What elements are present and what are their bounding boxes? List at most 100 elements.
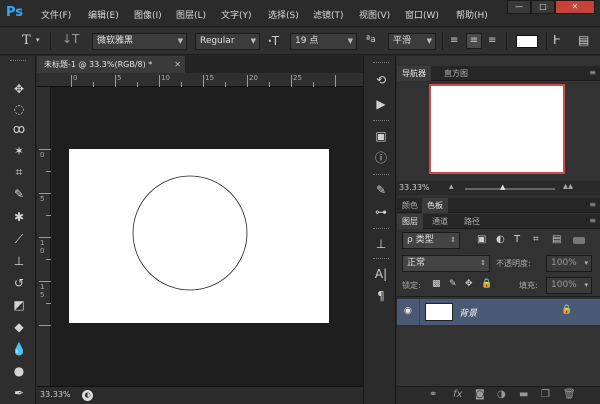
character-panel-icon[interactable]: ▤ <box>578 34 589 46</box>
antialias-select[interactable]: 平滑 ▼ <box>388 33 436 50</box>
lock-image-icon[interactable]: ✎ <box>449 280 457 289</box>
text-orientation-icon[interactable]: ↓T <box>62 33 79 45</box>
paint-bucket-tool-icon[interactable]: ◆ <box>9 318 29 336</box>
marquee-tool-icon[interactable]: ◌ <box>9 100 29 118</box>
navigator-preview[interactable] <box>429 84 565 174</box>
tab-channels[interactable]: 通道 <box>427 214 453 229</box>
tab-paths[interactable]: 路径 <box>459 214 485 229</box>
tab-swatches[interactable]: 色板 <box>422 198 448 213</box>
tab-color[interactable]: 颜色 <box>397 198 423 213</box>
paragraph-panel-icon[interactable]: ¶ <box>372 288 390 304</box>
panel-grip[interactable] <box>373 228 389 231</box>
zoom-slider[interactable] <box>465 188 555 190</box>
menu-edit[interactable]: 编辑(E) <box>88 8 119 21</box>
document-tab[interactable]: 未标题-1 @ 33.3%(RGB/8) * ✕ <box>37 56 185 73</box>
zoom-in-icon[interactable]: ▴▴ <box>563 181 573 192</box>
status-info-icon[interactable]: ◐ <box>82 390 93 401</box>
tab-layers[interactable]: 图层 <box>397 214 423 229</box>
panel-grip[interactable] <box>10 60 26 63</box>
blur-tool-icon[interactable]: 💧 <box>9 340 29 358</box>
healing-brush-tool-icon[interactable]: ✱ <box>9 208 29 226</box>
menu-view[interactable]: 视图(V) <box>359 8 390 21</box>
font-style-select[interactable]: Regular ▼ <box>195 33 260 50</box>
pen-tool-icon[interactable]: ✒ <box>9 384 29 402</box>
panel-menu-icon[interactable]: ≡ <box>589 216 596 225</box>
menu-help[interactable]: 帮助(H) <box>456 8 488 21</box>
actions-panel-icon[interactable]: ▶ <box>372 96 390 112</box>
menu-file[interactable]: 文件(F) <box>41 8 71 21</box>
move-tool-icon[interactable]: ✥ <box>9 80 29 98</box>
adjustment-layer-icon[interactable]: ◑ <box>497 390 506 400</box>
lasso-tool-icon[interactable]: ꝏ <box>9 120 29 138</box>
crop-tool-icon[interactable]: ⌗ <box>9 163 29 181</box>
align-center-icon[interactable]: ≡ <box>466 33 482 49</box>
properties-panel-icon[interactable]: ▣ <box>372 128 390 144</box>
layer-filter-select[interactable]: ρ 类型 ⇕ <box>402 232 460 249</box>
close-icon[interactable]: ✕ <box>174 56 181 73</box>
panel-grip[interactable] <box>373 258 389 261</box>
magic-wand-tool-icon[interactable]: ✶ <box>9 142 29 160</box>
trash-icon[interactable]: 🗑 <box>563 390 576 400</box>
panel-menu-icon[interactable]: ≡ <box>589 68 596 77</box>
info-panel-icon[interactable]: ⓘ <box>372 150 390 166</box>
panel-grip[interactable] <box>373 174 389 177</box>
layer-name[interactable]: 背景 <box>459 306 477 319</box>
zoom-out-icon[interactable]: ▴ <box>449 182 454 192</box>
adjustment-filter-icon[interactable]: ◐ <box>496 235 505 245</box>
navigator-zoom[interactable]: 33.33% <box>399 183 430 192</box>
clone-source-panel-icon[interactable]: ⊥ <box>372 236 390 252</box>
close-button[interactable]: ✕ <box>555 0 595 14</box>
font-family-select[interactable]: 微软雅黑 ▼ <box>92 33 187 50</box>
panel-grip[interactable] <box>373 62 389 65</box>
canvas-area[interactable] <box>52 87 363 386</box>
brush-panel-icon[interactable]: ✎ <box>372 182 390 198</box>
fill-field[interactable]: 100% ▾ <box>546 277 592 294</box>
align-right-icon[interactable]: ≡ <box>488 36 496 46</box>
filter-toggle[interactable] <box>573 237 585 244</box>
type-filter-icon[interactable]: T <box>514 235 520 245</box>
add-mask-icon[interactable]: ◙ <box>475 390 485 400</box>
pixel-filter-icon[interactable]: ▣ <box>477 235 486 245</box>
lock-all-icon[interactable]: 🔒 <box>481 280 492 289</box>
clone-stamp-tool-icon[interactable]: ⊥ <box>9 252 29 270</box>
eye-icon[interactable]: ◉ <box>404 307 412 316</box>
shape-filter-icon[interactable]: ⌗ <box>533 235 539 245</box>
link-layers-icon[interactable]: ⚭ <box>429 390 437 400</box>
layer-row[interactable]: ◉ 背景 🔒 <box>397 299 600 325</box>
brush-tool-icon[interactable]: ⟋ <box>9 230 29 248</box>
text-tool-preset-icon[interactable]: T <box>22 34 31 47</box>
tab-histogram[interactable]: 直方图 <box>439 66 473 81</box>
menu-image[interactable]: 图像(I) <box>134 8 162 21</box>
zoom-slider-thumb[interactable]: ▲ <box>500 183 505 191</box>
tab-navigator[interactable]: 导航器 <box>397 66 431 81</box>
minimize-button[interactable]: — <box>507 0 531 14</box>
menu-layer[interactable]: 图层(L) <box>176 8 206 21</box>
new-group-icon[interactable]: ▬ <box>519 390 528 400</box>
menu-window[interactable]: 窗口(W) <box>405 8 439 21</box>
align-left-icon[interactable]: ≡ <box>450 36 458 46</box>
blend-mode-select[interactable]: 正常 ⇕ <box>402 255 490 272</box>
history-panel-icon[interactable]: ⟲ <box>372 72 390 88</box>
history-brush-tool-icon[interactable]: ↺ <box>9 274 29 292</box>
layer-style-icon[interactable]: fx <box>453 390 462 400</box>
document-canvas[interactable] <box>69 149 329 323</box>
lock-position-icon[interactable]: ✥ <box>465 280 473 289</box>
chevron-down-icon[interactable]: ▾ <box>36 37 40 44</box>
panel-menu-icon[interactable]: ≡ <box>589 200 596 209</box>
dodge-tool-icon[interactable]: ● <box>9 362 29 380</box>
text-color-swatch[interactable] <box>516 35 538 48</box>
menu-filter[interactable]: 滤镜(T) <box>313 8 344 21</box>
opacity-field[interactable]: 100% ▾ <box>546 255 592 272</box>
smart-object-filter-icon[interactable]: ▤ <box>552 235 561 245</box>
warp-text-icon[interactable]: Ⱶ <box>553 34 561 46</box>
maximize-button[interactable]: □ <box>531 0 555 14</box>
adjustments-panel-icon[interactable]: ⊶ <box>372 204 390 220</box>
lock-transparent-icon[interactable]: ▩ <box>432 280 441 289</box>
font-size-select[interactable]: 19 点 ▼ <box>290 33 357 50</box>
menu-type[interactable]: 文字(Y) <box>221 8 252 21</box>
zoom-level[interactable]: 33.33% <box>40 390 71 399</box>
menu-select[interactable]: 选择(S) <box>268 8 299 21</box>
eyedropper-tool-icon[interactable]: ✎ <box>9 185 29 203</box>
character-panel-icon[interactable]: A| <box>372 266 390 282</box>
eraser-tool-icon[interactable]: ◩ <box>9 296 29 314</box>
